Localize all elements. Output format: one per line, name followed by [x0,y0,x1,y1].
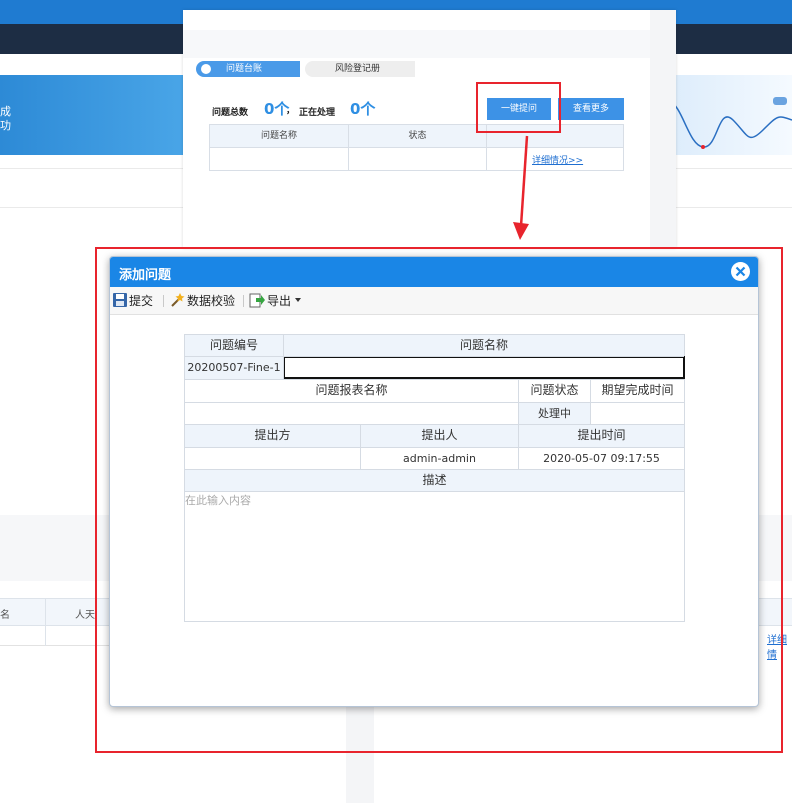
hero-banner-right [668,75,792,155]
tab-issue-ledger[interactable]: 问题台账 [196,61,300,77]
status-value[interactable]: 处理中 [519,403,590,424]
tab-risk-register[interactable]: 风险登记册 [305,61,415,77]
export-icon [249,293,265,308]
form-grid-line [185,469,684,470]
form-grid-line [283,335,284,379]
processing-label: 正在处理 [299,108,336,118]
issue-summary-card: 问题台账 风险登记册 问题总数 0个 ， 正在处理 0个 一键提问 查看更多 问… [183,10,676,248]
issue-no-label: 问题编号 [185,335,283,356]
screenshot-stage: 成 功 名 人天 详细情 问题台账 风险登记册 问题总数 0个 ， 正在处理 0… [0,0,792,803]
hero-text-2: 功 [0,119,11,132]
card-scroll-gutter [650,10,676,248]
toggle-knob-icon [201,64,211,74]
issue-table: 问题名称 状态 详细情况>> [209,124,624,171]
proposed-time-value: 2020-05-07 09:17:55 [543,452,660,465]
toolbar-separator-2 [243,295,244,307]
total-issues-label: 问题总数 [212,108,249,118]
status-label: 问题状态 [530,383,579,397]
proposer-party-input[interactable] [185,448,360,469]
toolbar-separator-1 [163,295,164,307]
bg-table-divider [45,598,46,646]
data-validate-button[interactable]: 数据校验 [187,293,235,309]
quick-ask-highlight-box [476,82,561,133]
bg-table: 名 人天 [0,598,110,648]
hero-banner-left: 成 功 [0,75,190,155]
form-grid-line [185,491,684,492]
card-header-band [183,30,650,58]
dialog-title: 添加问题 [119,268,172,283]
dialog-header: 添加问题 [110,257,758,287]
issue-table-row-divider [210,147,623,148]
proposed-time-label: 提出时间 [519,425,684,447]
hero-wave-graphic [668,97,792,149]
add-issue-dialog: 添加问题 提交 数据校验 导出 问题编号 问题名称 20200507-Fine-… [109,256,759,707]
tab-issue-ledger-label: 问题台账 [226,64,263,74]
issue-name-label: 问题名称 [284,335,684,356]
bg-table-header-2: 人天 [75,610,95,621]
proposer-label: 提出人 [361,425,518,447]
expected-date-input[interactable] [591,403,684,424]
issue-detail-link[interactable]: 详细情况>> [532,153,583,166]
description-textarea[interactable] [185,492,684,621]
form-grid-line [185,424,684,425]
annotation-arrow-icon [513,135,529,240]
proposer-value: admin-admin [403,452,476,465]
save-icon [113,293,127,307]
report-name-input[interactable] [185,403,518,424]
issue-name-input[interactable] [283,356,685,379]
processing-value: 0个 [350,100,376,118]
dialog-toolbar: 提交 数据校验 导出 [110,287,758,315]
tab-risk-register-label: 风险登记册 [335,64,381,74]
form-grid-line [185,447,684,448]
stats-separator: ， [286,106,296,116]
issue-no-value: 20200507-Fine-1 [185,357,283,379]
issue-table-header-status: 状态 [349,125,487,147]
form-grid-line [185,402,684,403]
proposer-party-label: 提出方 [185,425,360,447]
bg-table-header-1: 名 [0,610,10,621]
close-icon [735,266,746,277]
bg-table-row [0,626,110,646]
issue-form: 问题编号 问题名称 20200507-Fine-1 问题报表名称 问题状态 期望… [184,334,685,622]
form-grid-line [185,356,684,357]
magic-wand-icon [171,293,185,307]
issue-table-header-name: 问题名称 [210,125,349,147]
submit-button[interactable]: 提交 [129,293,153,309]
export-button[interactable]: 导出 [267,293,291,309]
close-dialog-button[interactable] [731,262,750,281]
issue-table-col-divider-2 [486,147,487,170]
view-more-button[interactable]: 查看更多 [558,98,624,120]
description-label: 描述 [185,470,684,491]
expected-date-label: 期望完成时间 [601,383,674,397]
report-name-label: 问题报表名称 [315,383,388,397]
chevron-down-icon[interactable] [295,298,303,304]
issue-table-col-divider-1 [348,147,349,170]
form-grid-line [185,379,684,380]
